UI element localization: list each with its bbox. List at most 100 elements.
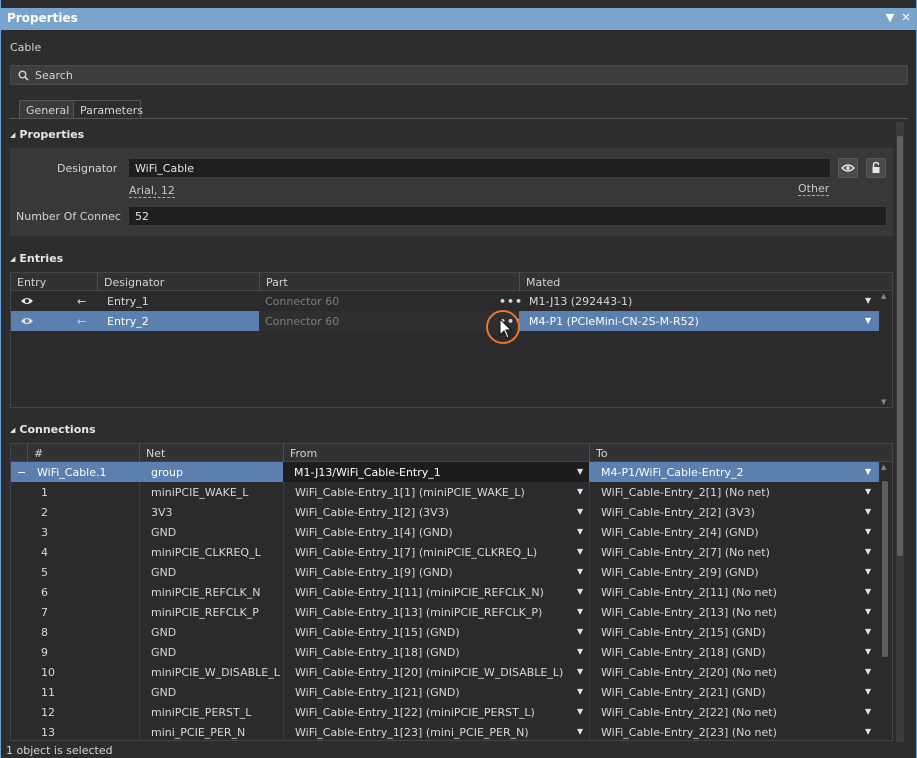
dropdown-arrow-icon[interactable]: ▼ (577, 487, 583, 496)
connection-from[interactable]: WiFi_Cable-Entry_1[23] (mini_PCIE_PER_N) (289, 722, 571, 740)
entries-section-header[interactable]: ◢ Entries (10, 252, 63, 265)
dropdown-arrow-icon[interactable]: ▼ (865, 687, 871, 696)
other-link[interactable]: Other (798, 183, 830, 196)
connection-from[interactable]: WiFi_Cable-Entry_1[20] (miniPCIE_W_DISAB… (289, 662, 571, 682)
column-header-net[interactable]: Net (139, 444, 283, 462)
connection-to[interactable]: WiFi_Cable-Entry_2[15] (GND) (595, 622, 857, 642)
dropdown-arrow-icon[interactable]: ▼ (577, 547, 583, 556)
connection-to[interactable]: WiFi_Cable-Entry_2[23] (No net) (595, 722, 857, 740)
scroll-up-icon[interactable]: ▲ (881, 463, 886, 471)
dropdown-arrow-icon[interactable]: ▼ (865, 527, 871, 536)
eye-icon[interactable] (20, 315, 34, 327)
connection-from[interactable]: WiFi_Cable-Entry_1[15] (GND) (289, 622, 571, 642)
connection-row[interactable]: 8 GND WiFi_Cable-Entry_1[15] (GND) ▼ WiFi_Ca… (11, 622, 879, 642)
dropdown-arrow-icon[interactable]: ▼ (577, 567, 583, 576)
dropdown-arrow-icon[interactable]: ▼ (577, 587, 583, 596)
connection-to[interactable]: WiFi_Cable-Entry_2[20] (No net) (595, 662, 857, 682)
connection-from[interactable]: WiFi_Cable-Entry_1[9] (GND) (289, 562, 571, 582)
connection-to[interactable]: WiFi_Cable-Entry_2[13] (No net) (595, 602, 857, 622)
entry-row-selected[interactable]: ← Entry_2 Connector 60 ••• M4-P1 (PCIeMi… (11, 311, 879, 331)
entries-scrollbar[interactable]: ▲ ▼ (881, 292, 889, 406)
search-input[interactable] (35, 67, 895, 83)
connection-row[interactable]: 4 miniPCIE_CLKREQ_L WiFi_Cable-Entry_1[7] … (11, 542, 879, 562)
connection-row[interactable]: 3 GND WiFi_Cable-Entry_1[4] (GND) ▼ WiFi_Cab… (11, 522, 879, 542)
column-header-mated[interactable]: Mated (519, 273, 877, 291)
connection-to[interactable]: WiFi_Cable-Entry_2[4] (GND) (595, 522, 857, 542)
connection-from[interactable]: WiFi_Cable-Entry_1[1] (miniPCIE_WAKE_L) (289, 482, 571, 502)
connection-row[interactable]: 13 mini_PCIE_PER_N WiFi_Cable-Entry_1[23] … (11, 722, 879, 740)
connection-from[interactable]: WiFi_Cable-Entry_1[21] (GND) (289, 682, 571, 702)
dropdown-arrow-icon[interactable]: ▼ (865, 547, 871, 556)
dropdown-arrow-icon[interactable]: ▼ (865, 587, 871, 596)
panel-title-bar[interactable]: Properties ▼ ✕ (1, 8, 916, 30)
connection-row[interactable]: 12 miniPCIE_PERST_L WiFi_Cable-Entry_1[22]… (11, 702, 879, 722)
dropdown-arrow-icon[interactable]: ▼ (865, 607, 871, 616)
dropdown-arrow-icon[interactable]: ▼ (577, 727, 583, 736)
dropdown-arrow-icon[interactable]: ▼ (865, 667, 871, 676)
dropdown-arrow-icon[interactable]: ▼ (865, 507, 871, 516)
connection-to[interactable]: WiFi_Cable-Entry_2[22] (No net) (595, 702, 857, 722)
connection-to[interactable]: WiFi_Cable-Entry_2[11] (No net) (595, 582, 857, 602)
connection-row[interactable]: 2 3V3 WiFi_Cable-Entry_1[2] (3V3) ▼ WiFi_Cab… (11, 502, 879, 522)
eye-icon[interactable] (20, 295, 34, 307)
column-header-to[interactable]: To (589, 444, 877, 462)
dropdown-arrow-icon[interactable]: ▼ (865, 487, 871, 496)
designator-field[interactable]: WiFi_Cable (128, 158, 831, 178)
dropdown-arrow-icon[interactable]: ▼ (577, 667, 583, 676)
dropdown-arrow-icon[interactable]: ▼ (577, 467, 583, 476)
connection-row[interactable]: 6 miniPCIE_REFCLK_N WiFi_Cable-Entry_1[11]… (11, 582, 879, 602)
connection-row[interactable]: 5 GND WiFi_Cable-Entry_1[9] (GND) ▼ WiFi_Cab… (11, 562, 879, 582)
dropdown-arrow-icon[interactable]: ▼ (865, 567, 871, 576)
connection-group-row[interactable]: − WiFi_Cable.1 group M1-J13/WiFi_Cable-E… (11, 462, 879, 482)
dropdown-arrow-icon[interactable]: ▼ (865, 647, 871, 656)
collapse-triangle-icon[interactable]: ◢ (10, 131, 15, 139)
connection-from[interactable]: WiFi_Cable-Entry_1[4] (GND) (289, 522, 571, 542)
dropdown-arrow-icon[interactable]: ▼ (865, 296, 871, 305)
entry-mated[interactable]: M1-J13 (292443-1) (523, 291, 853, 311)
connection-to[interactable]: WiFi_Cable-Entry_2[9] (GND) (595, 562, 857, 582)
dropdown-arrow-icon[interactable]: ▼ (865, 467, 871, 476)
dropdown-arrow-icon[interactable]: ▼ (577, 707, 583, 716)
dropdown-arrow-icon[interactable]: ▼ (577, 527, 583, 536)
connection-from[interactable]: WiFi_Cable-Entry_1[11] (miniPCIE_REFCLK_… (289, 582, 571, 602)
connection-to[interactable]: WiFi_Cable-Entry_2[7] (No net) (595, 542, 857, 562)
dropdown-arrow-icon[interactable]: ▼ (577, 627, 583, 636)
connection-row[interactable]: 11 GND WiFi_Cable-Entry_1[21] (GND) ▼ WiFi_C… (11, 682, 879, 702)
dropdown-arrow-icon[interactable]: ▼ (865, 707, 871, 716)
dropdown-arrow-icon[interactable]: ▼ (865, 316, 871, 325)
connection-to[interactable]: WiFi_Cable-Entry_2[18] (GND) (595, 642, 857, 662)
connection-row[interactable]: 1 miniPCIE_WAKE_L WiFi_Cable-Entry_1[1] (m… (11, 482, 879, 502)
connection-from[interactable]: WiFi_Cable-Entry_1[13] (miniPCIE_REFCLK_… (289, 602, 571, 622)
dropdown-arrow-icon[interactable]: ▼ (865, 627, 871, 636)
search-box[interactable] (10, 65, 908, 85)
connection-to[interactable]: WiFi_Cable-Entry_2[1] (No net) (595, 482, 857, 502)
connections-section-header[interactable]: ◢ Connections (10, 423, 96, 436)
close-icon[interactable]: ✕ (899, 11, 913, 25)
entry-row[interactable]: ← Entry_1 Connector 60 ••• M1-J13 (29244… (11, 291, 879, 311)
lock-button[interactable] (866, 158, 886, 178)
connection-from[interactable]: WiFi_Cable-Entry_1[22] (miniPCIE_PERST_L… (289, 702, 571, 722)
connection-from[interactable]: WiFi_Cable-Entry_1[2] (3V3) (289, 502, 571, 522)
column-header-entry[interactable]: Entry (11, 273, 52, 291)
scroll-down-icon[interactable]: ▼ (881, 398, 886, 406)
connection-row[interactable]: 7 miniPCIE_REFCLK_P WiFi_Cable-Entry_1[13]… (11, 602, 879, 622)
group-from[interactable]: M1-J13/WiFi_Cable-Entry_1 (288, 462, 568, 482)
column-header-part[interactable]: Part (259, 273, 519, 291)
dropdown-arrow-icon[interactable]: ▼ (577, 507, 583, 516)
column-header-from[interactable]: From (283, 444, 589, 462)
connection-row[interactable]: 10 miniPCIE_W_DISABLE_L WiFi_Cable-Entry_1… (11, 662, 879, 682)
properties-section-header[interactable]: ◢ Properties (10, 128, 84, 141)
visibility-button[interactable] (838, 158, 858, 178)
connection-from[interactable]: WiFi_Cable-Entry_1[7] (miniPCIE_CLKREQ_L… (289, 542, 571, 562)
collapse-triangle-icon[interactable]: ◢ (10, 255, 15, 263)
number-of-connections-field[interactable]: 52 (128, 206, 887, 226)
column-header-number[interactable]: # (27, 444, 139, 462)
connection-from[interactable]: WiFi_Cable-Entry_1[18] (GND) (289, 642, 571, 662)
panel-menu-dropdown-icon[interactable]: ▼ (883, 11, 897, 25)
panel-scrollbar[interactable] (896, 122, 904, 742)
connection-row[interactable]: 9 GND WiFi_Cable-Entry_1[18] (GND) ▼ WiFi_Ca… (11, 642, 879, 662)
dropdown-arrow-icon[interactable]: ▼ (577, 647, 583, 656)
tab-general[interactable]: General (19, 100, 74, 119)
group-to[interactable]: M4-P1/WiFi_Cable-Entry_2 (595, 462, 855, 482)
font-link[interactable]: Arial, 12 (129, 185, 175, 198)
